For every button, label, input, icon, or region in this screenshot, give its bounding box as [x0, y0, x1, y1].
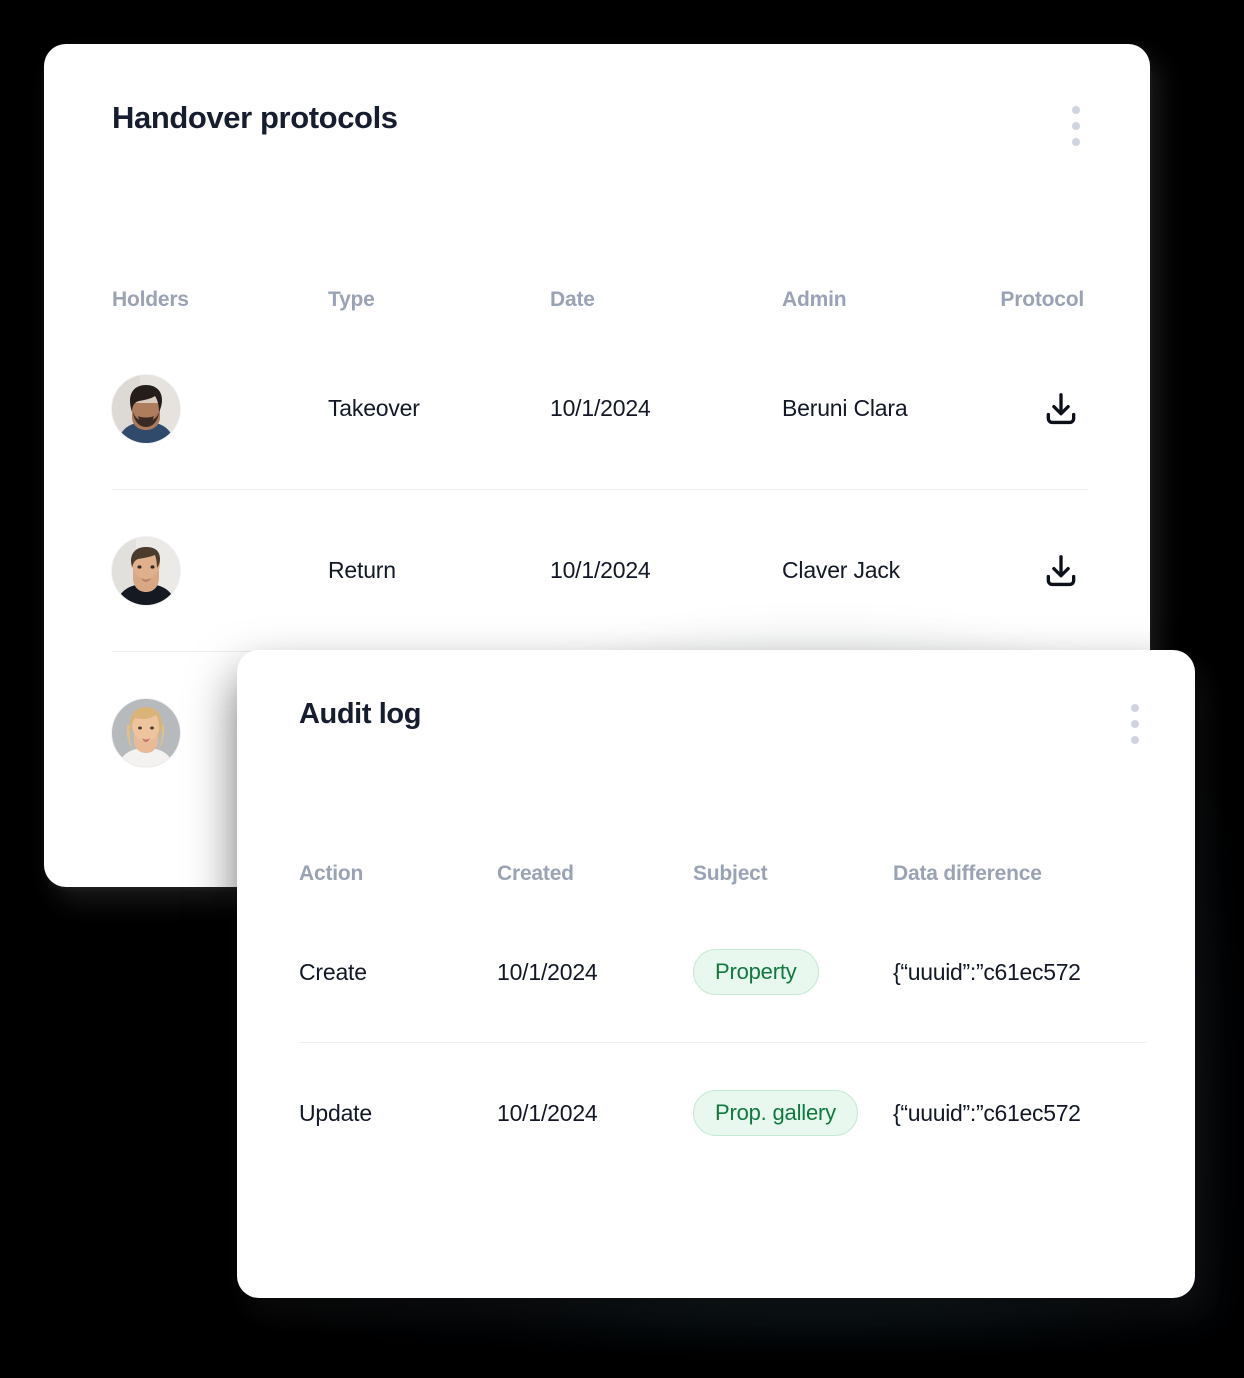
download-icon[interactable]	[1042, 552, 1080, 590]
table-row[interactable]: Return 10/1/2024 Claver Jack	[112, 490, 1088, 651]
audit-log-card: Audit log Action Created Subject Data di…	[237, 650, 1195, 1298]
column-header-type: Type	[328, 288, 375, 311]
column-header-created: Created	[497, 862, 574, 885]
holder-cell	[112, 536, 328, 605]
type-cell: Takeover	[328, 395, 420, 421]
avatar	[112, 698, 180, 767]
date-cell: 10/1/2024	[550, 395, 651, 421]
avatar	[112, 536, 180, 605]
kebab-dot	[1131, 720, 1139, 728]
action-cell: Update	[299, 1099, 372, 1126]
audit-log-table: Action Created Subject Data difference C…	[237, 846, 1195, 1183]
column-header-holders: Holders	[112, 288, 189, 311]
protocol-cell	[1042, 390, 1088, 428]
admin-cell: Beruni Clara	[782, 395, 908, 421]
column-header-action: Action	[299, 862, 364, 885]
status-badge: Property	[693, 949, 819, 995]
protocol-cell	[1042, 552, 1088, 590]
admin-cell: Claver Jack	[782, 557, 900, 583]
handover-table-header-row: Holders Type Date Admin Protocol	[112, 272, 1088, 328]
audit-table-header-row: Action Created Subject Data difference	[299, 846, 1147, 902]
date-cell: 10/1/2024	[550, 557, 651, 583]
holder-cell	[112, 374, 328, 443]
kebab-dot	[1072, 138, 1080, 146]
table-row[interactable]: Takeover 10/1/2024 Beruni Clara	[112, 328, 1088, 489]
kebab-dot	[1131, 704, 1139, 712]
subject-cell: Property	[693, 949, 893, 995]
download-icon[interactable]	[1042, 390, 1080, 428]
created-cell: 10/1/2024	[497, 958, 598, 985]
column-header-protocol: Protocol	[1000, 288, 1084, 311]
kebab-dot	[1072, 122, 1080, 130]
column-header-admin: Admin	[782, 288, 847, 311]
kebab-menu-icon[interactable]	[1123, 698, 1147, 750]
kebab-dot	[1131, 736, 1139, 744]
action-cell: Create	[299, 958, 367, 985]
page-title: Handover protocols	[112, 100, 398, 135]
audit-log-title: Audit log	[299, 698, 422, 730]
column-header-data-difference: Data difference	[893, 862, 1042, 885]
handover-card-header: Handover protocols	[44, 44, 1150, 152]
column-header-date: Date	[550, 288, 595, 311]
column-header-subject: Subject	[693, 862, 768, 885]
subject-cell: Prop. gallery	[693, 1090, 893, 1136]
kebab-dot	[1072, 106, 1080, 114]
table-row[interactable]: Update 10/1/2024 Prop. gallery {“uuuid”:…	[299, 1043, 1147, 1183]
screenshot-stage: Handover protocols Holders Type Date Adm…	[0, 0, 1244, 1378]
data-difference-cell: {“uuuid”:”c61ec572	[893, 1099, 1081, 1126]
type-cell: Return	[328, 557, 396, 583]
kebab-menu-icon[interactable]	[1064, 100, 1088, 152]
table-row[interactable]: Create 10/1/2024 Property {“uuuid”:”c61e…	[299, 902, 1147, 1042]
audit-card-header: Audit log	[237, 650, 1195, 750]
data-difference-cell: {“uuuid”:”c61ec572	[893, 958, 1081, 985]
status-badge: Prop. gallery	[693, 1090, 858, 1136]
created-cell: 10/1/2024	[497, 1099, 598, 1126]
avatar	[112, 374, 180, 443]
